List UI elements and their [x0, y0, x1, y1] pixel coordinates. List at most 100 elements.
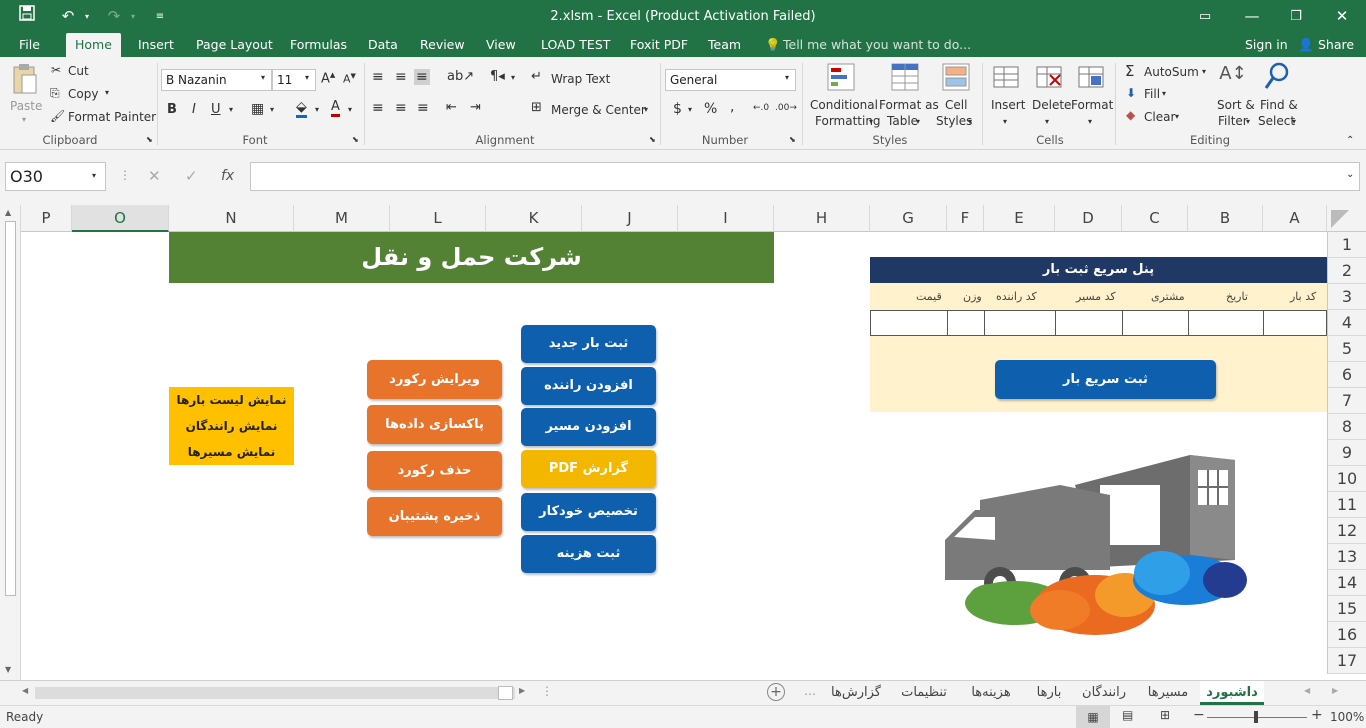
close-icon[interactable]: ✕	[1332, 0, 1352, 33]
autosum-button[interactable]: AutoSum	[1144, 65, 1199, 79]
scroll-thumb[interactable]	[5, 221, 16, 596]
tab-insert[interactable]: Insert	[138, 33, 174, 57]
find-select-button[interactable]: Find &	[1260, 98, 1298, 112]
align-right-icon[interactable]: ≡	[417, 100, 429, 116]
sort-filter-button[interactable]: Sort &	[1217, 98, 1255, 112]
bold-button[interactable]: B	[167, 102, 177, 117]
clear-dropdown-icon[interactable]: ▾	[1175, 112, 1179, 121]
worksheet-grid[interactable]: ▲ ▼ P O N M L K J I H G F E D C B A 1 2 …	[0, 205, 1366, 680]
fill-dropdown-icon[interactable]: ▾	[1162, 89, 1166, 98]
sheet-tab-cargo[interactable]: بارها	[1028, 681, 1070, 705]
col-header-h[interactable]: H	[774, 205, 870, 232]
col-header-m[interactable]: M	[294, 205, 390, 232]
restore-icon[interactable]: ❐	[1286, 0, 1306, 33]
expand-formula-icon[interactable]: ⌄	[1346, 169, 1354, 180]
conditional-formatting-dropdown-icon[interactable]: ▾	[869, 117, 873, 126]
panel-input-customer[interactable]	[1123, 311, 1189, 335]
collapse-ribbon-icon[interactable]: ⌃	[1346, 135, 1354, 146]
clear-button[interactable]: Clear	[1144, 110, 1175, 124]
sign-in-link[interactable]: Sign in	[1245, 33, 1288, 57]
row-header-6[interactable]: 6	[1327, 362, 1366, 388]
top-align-icon[interactable]: ≡	[372, 69, 384, 85]
panel-input-cargo-code[interactable]	[1264, 311, 1326, 335]
cut-button[interactable]: Cut	[68, 64, 89, 78]
zoom-in-icon[interactable]: +	[1311, 707, 1323, 723]
borders-dropdown-icon[interactable]: ▾	[270, 105, 274, 114]
enter-entry-icon[interactable]: ✓	[185, 167, 198, 185]
increase-decimal-icon[interactable]: ←.0	[753, 103, 769, 113]
format-as-table-dropdown-icon[interactable]: ▾	[916, 117, 920, 126]
wrap-text-button[interactable]: Wrap Text	[551, 72, 610, 86]
tab-review[interactable]: Review	[420, 33, 465, 57]
col-header-i[interactable]: I	[678, 205, 774, 232]
col-header-a[interactable]: A	[1263, 205, 1327, 232]
show-drivers-link[interactable]: نمایش رانندگان	[169, 419, 294, 433]
merge-dropdown-icon[interactable]: ▾	[644, 105, 648, 114]
tab-page-layout[interactable]: Page Layout	[196, 33, 273, 57]
page-break-view-icon[interactable]: ⊞	[1160, 708, 1170, 722]
row-header-11[interactable]: 11	[1327, 492, 1366, 518]
clear-data-button[interactable]: پاکسازی داده‌ها	[367, 405, 502, 444]
paste-icon[interactable]	[10, 63, 40, 97]
zoom-slider-thumb[interactable]	[1254, 711, 1258, 723]
orientation-icon[interactable]: ab↗	[447, 69, 474, 84]
tab-formulas[interactable]: Formulas	[290, 33, 347, 57]
row-header-8[interactable]: 8	[1327, 414, 1366, 440]
align-left-icon[interactable]: ≡	[372, 100, 384, 116]
more-sheets-dots-icon[interactable]: …	[804, 684, 816, 698]
sheet-tab-dashboard[interactable]: داشبورد	[1200, 681, 1264, 705]
delete-cells-button[interactable]: Delete	[1032, 98, 1071, 112]
sheet-nav-right-icon[interactable]: ▶	[1332, 686, 1338, 695]
copy-dropdown-icon[interactable]: ▾	[105, 88, 109, 97]
vertical-scrollbar[interactable]: ▲ ▼	[0, 205, 21, 680]
delete-cells-dropdown-icon[interactable]: ▾	[1045, 117, 1049, 126]
sheet-tab-settings[interactable]: تنظیمات	[894, 681, 954, 705]
fill-button[interactable]: Fill	[1144, 87, 1160, 101]
tell-me-box[interactable]: Tell me what you want to do...	[783, 33, 971, 57]
zoom-level[interactable]: 100%	[1330, 710, 1364, 724]
cell-styles-dropdown-icon[interactable]: ▾	[968, 117, 972, 126]
currency-button[interactable]: $	[673, 101, 682, 117]
horizontal-scrollbar[interactable]	[35, 687, 515, 699]
insert-cells-button[interactable]: Insert	[991, 98, 1025, 112]
percent-button[interactable]: %	[704, 101, 717, 117]
currency-dropdown-icon[interactable]: ▾	[688, 105, 692, 114]
col-header-k[interactable]: K	[486, 205, 582, 232]
font-color-icon[interactable]: A	[331, 99, 340, 117]
underline-dropdown-icon[interactable]: ▾	[229, 105, 233, 114]
panel-input-price[interactable]	[871, 311, 948, 335]
decrease-indent-icon[interactable]: ⇤	[446, 100, 457, 115]
minimize-icon[interactable]: —	[1242, 0, 1262, 33]
underline-button[interactable]: U	[211, 102, 221, 117]
insert-function-icon[interactable]: fx	[221, 168, 234, 184]
col-header-o[interactable]: O	[72, 205, 169, 232]
rtl-dropdown-icon[interactable]: ▾	[511, 73, 515, 82]
font-launcher-icon[interactable]: ⬊	[352, 135, 359, 144]
col-header-j[interactable]: J	[582, 205, 678, 232]
col-header-p[interactable]: P	[21, 205, 72, 232]
col-header-f[interactable]: F	[947, 205, 984, 232]
bottom-align-icon[interactable]: ≡	[414, 69, 430, 85]
col-header-n[interactable]: N	[169, 205, 294, 232]
name-box-dropdown-icon[interactable]: ▾	[92, 171, 96, 180]
col-header-g[interactable]: G	[870, 205, 947, 232]
align-center-icon[interactable]: ≡	[395, 100, 407, 116]
italic-button[interactable]: I	[192, 102, 196, 117]
formula-input[interactable]	[250, 162, 1360, 191]
decrease-decimal-icon[interactable]: .00→	[775, 103, 797, 113]
number-format-dropdown-icon[interactable]: ▾	[785, 73, 789, 82]
new-sheet-icon[interactable]: +	[767, 683, 785, 701]
register-expense-button[interactable]: ثبت هزینه	[521, 535, 656, 573]
row-header-13[interactable]: 13	[1327, 544, 1366, 570]
backup-button[interactable]: ذخیره پشتیبان	[367, 497, 502, 536]
panel-input-weight[interactable]	[948, 311, 985, 335]
middle-align-icon[interactable]: ≡	[395, 69, 407, 85]
add-driver-button[interactable]: افزودن راننده	[521, 367, 656, 405]
increase-indent-icon[interactable]: ⇥	[470, 100, 481, 115]
delete-record-button[interactable]: حذف رکورد	[367, 451, 502, 490]
tab-data[interactable]: Data	[368, 33, 398, 57]
row-header-2[interactable]: 2	[1327, 258, 1366, 284]
row-header-1[interactable]: 1	[1327, 232, 1366, 258]
col-header-d[interactable]: D	[1055, 205, 1122, 232]
hscroll-right-icon[interactable]: ▶	[519, 686, 525, 695]
